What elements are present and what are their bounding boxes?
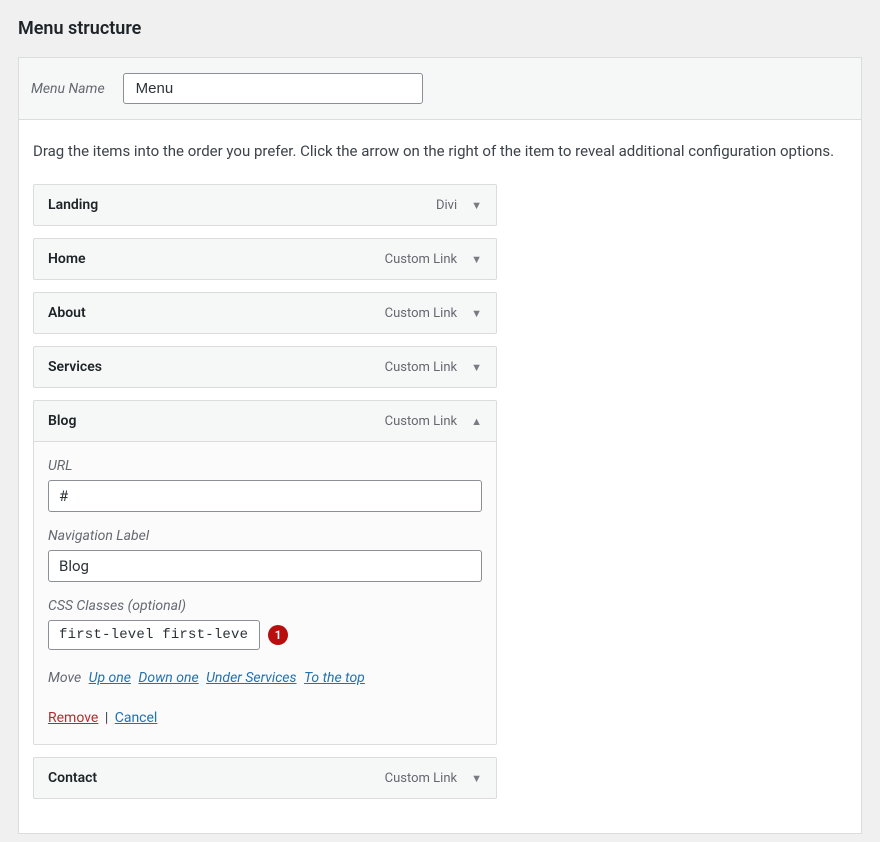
menu-item-title: About (48, 305, 86, 321)
menu-name-row: Menu Name (19, 58, 861, 120)
move-down-one-link[interactable]: Down one (138, 670, 198, 686)
chevron-down-icon[interactable]: ▼ (471, 253, 482, 266)
section-title: Menu structure (18, 18, 862, 39)
annotation-badge: 1 (268, 625, 288, 645)
menu-item-type: Custom Link (385, 771, 457, 786)
menu-name-input[interactable] (123, 73, 423, 104)
move-up-one-link[interactable]: Up one (89, 670, 131, 686)
menu-item-title: Landing (48, 197, 98, 213)
chevron-down-icon[interactable]: ▼ (471, 772, 482, 785)
menu-item-type: Custom Link (385, 414, 457, 429)
menu-item-blog[interactable]: Blog Custom Link ▲ URL Navigation Label (33, 400, 497, 745)
menu-item-title: Services (48, 359, 102, 375)
css-classes-label: CSS Classes (optional) (48, 598, 482, 614)
move-to-top-link[interactable]: To the top (304, 670, 365, 686)
menu-item-settings: URL Navigation Label CSS Classes (option… (34, 442, 496, 744)
nav-label-input[interactable] (48, 550, 482, 582)
menu-item-type: Custom Link (385, 252, 457, 267)
menu-item-contact[interactable]: Contact Custom Link ▼ (33, 757, 497, 799)
menu-items-list: Landing Divi ▼ Home Custom Link ▼ (33, 184, 497, 799)
url-label: URL (48, 458, 482, 474)
menu-item-title: Blog (48, 413, 76, 429)
move-row: Move Up one Down one Under Services To t… (48, 670, 482, 686)
divider: | (105, 710, 108, 726)
instructions-text: Drag the items into the order you prefer… (33, 142, 847, 160)
chevron-down-icon[interactable]: ▼ (471, 361, 482, 374)
menu-name-label: Menu Name (31, 81, 105, 97)
menu-item-landing[interactable]: Landing Divi ▼ (33, 184, 497, 226)
chevron-down-icon[interactable]: ▼ (471, 307, 482, 320)
chevron-down-icon[interactable]: ▼ (471, 199, 482, 212)
menu-item-type: Custom Link (385, 306, 457, 321)
nav-label-label: Navigation Label (48, 528, 482, 544)
remove-link[interactable]: Remove (48, 710, 98, 726)
menu-item-type: Custom Link (385, 360, 457, 375)
menu-item-title: Contact (48, 770, 97, 786)
url-input[interactable] (48, 480, 482, 512)
menu-item-about[interactable]: About Custom Link ▼ (33, 292, 497, 334)
menu-item-type: Divi (436, 198, 457, 213)
cancel-link[interactable]: Cancel (115, 710, 158, 726)
menu-item-services[interactable]: Services Custom Link ▼ (33, 346, 497, 388)
chevron-up-icon[interactable]: ▲ (471, 415, 482, 428)
move-under-link[interactable]: Under Services (206, 670, 296, 686)
menu-panel: Menu Name Drag the items into the order … (18, 57, 862, 834)
css-classes-input[interactable] (48, 620, 260, 650)
menu-body: Drag the items into the order you prefer… (19, 120, 861, 833)
menu-item-title: Home (48, 251, 86, 267)
move-label: Move (48, 670, 81, 686)
menu-item-home[interactable]: Home Custom Link ▼ (33, 238, 497, 280)
